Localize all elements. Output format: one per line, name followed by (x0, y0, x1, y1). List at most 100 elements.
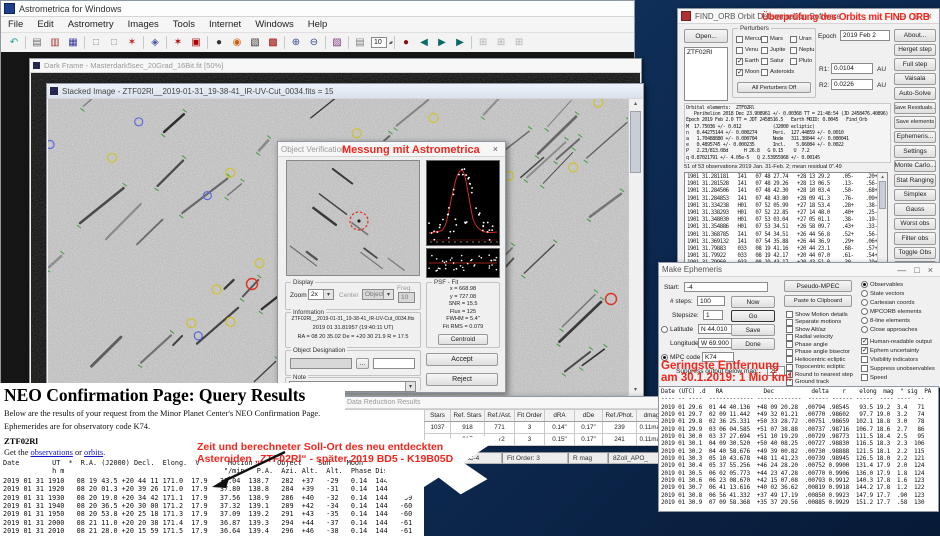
main-titlebar[interactable]: Astrometrica for Windows (1, 1, 634, 17)
blink-compare-icon[interactable]: ▦ (64, 34, 82, 51)
auto-solve-button[interactable]: Auto-Solve (894, 87, 936, 100)
menu-file[interactable]: File (1, 18, 30, 31)
paste-clipboard-button[interactable]: Paste to Clipboard (784, 295, 852, 307)
epoch-field[interactable]: 2019 Feb 2 (840, 30, 890, 41)
zoom-select[interactable]: 2x (308, 289, 334, 300)
state-vectors-radio[interactable] (861, 290, 868, 297)
simplex-button[interactable]: Simplex (894, 189, 936, 202)
r2-field[interactable]: 0.0226 (831, 79, 873, 90)
point-icon[interactable]: ● (210, 34, 228, 51)
menu-help[interactable]: Help (301, 18, 335, 31)
designation-input[interactable] (290, 358, 352, 369)
frame-count-stepper[interactable]: 10 (371, 37, 387, 48)
mark-object-icon[interactable]: ✶ (169, 34, 187, 51)
tile-windows-icon[interactable]: ⊞ (474, 34, 492, 51)
save-residuals-button[interactable]: Save Residuals... (894, 102, 936, 115)
perturber-earth-checkbox[interactable] (736, 58, 743, 65)
orbits-link[interactable]: orbits (84, 448, 103, 457)
radial-velocity-checkbox[interactable] (786, 334, 793, 341)
contrast-icon[interactable]: ▧ (246, 34, 264, 51)
about-button[interactable]: About... (894, 29, 936, 42)
vaisala-button[interactable]: Vaisala (894, 73, 936, 86)
open-button[interactable]: Open... (684, 29, 728, 43)
speed-checkbox[interactable] (861, 374, 868, 381)
cartesian-radio[interactable] (861, 299, 868, 306)
monte-carlo-button[interactable]: Monte Carlo... (894, 160, 936, 173)
reject-button[interactable]: Reject (426, 373, 498, 386)
data-reduction-icon[interactable]: ▣ (187, 34, 205, 51)
perturber-saturn-checkbox[interactable] (761, 58, 768, 65)
me-close-icon[interactable]: × (924, 264, 937, 276)
rotate-icon[interactable]: ◈ (146, 34, 164, 51)
perturber-uranus-checkbox[interactable] (790, 36, 797, 43)
menu-astrometry[interactable]: Astrometry (61, 18, 121, 31)
stacked-titlebar[interactable]: Stacked Image - ZTF02Rl__2019-01-31_19-3… (47, 84, 643, 99)
pseudo-mpec-button[interactable]: Pseudo-MPEC (784, 280, 852, 292)
histogram-icon[interactable]: ▨ (328, 34, 346, 51)
separate-motions-checkbox[interactable] (786, 319, 793, 326)
perturber-jupiter-checkbox[interactable] (761, 47, 768, 54)
stat-ranging-button[interactable]: Stat Ranging (894, 174, 936, 187)
cascade-windows-icon[interactable]: ⊞ (492, 34, 510, 51)
me-minimize-icon[interactable]: — (893, 264, 910, 276)
perturber-asteroids-checkbox[interactable] (761, 69, 768, 76)
toggle-obs-button[interactable]: Toggle Obs (894, 247, 936, 260)
ephem-uncertainty-checkbox[interactable] (861, 347, 868, 354)
eight-line-radio[interactable] (861, 317, 868, 324)
all-perturbers-off-button[interactable]: All Perturbers Off (737, 82, 811, 93)
star-match-icon[interactable]: ✶ (123, 34, 141, 51)
gauss-button[interactable]: Gauss (894, 203, 936, 216)
designation-browse-button[interactable]: ... (356, 358, 369, 369)
observations-link[interactable]: observations (31, 448, 73, 457)
close-all-icon[interactable]: ⊞ (510, 34, 528, 51)
stacked-vscrollbar[interactable]: ▴ ▾ (628, 99, 642, 395)
steps-input[interactable]: 100 (697, 296, 725, 306)
zoom-out-icon[interactable]: ⊖ (305, 34, 323, 51)
menu-windows[interactable]: Windows (248, 18, 301, 31)
background-icon[interactable]: ▩ (264, 34, 282, 51)
r1-field[interactable]: 0.0104 (831, 63, 873, 74)
perturber-moon-checkbox[interactable] (736, 69, 743, 76)
full-step-button[interactable]: Full step (894, 58, 936, 71)
go-button[interactable]: Go (731, 310, 775, 322)
me-titlebar[interactable]: Make Ephemeris — □ × (659, 263, 940, 277)
settings-button[interactable]: Settings (894, 145, 936, 158)
done-button[interactable]: Done (731, 338, 775, 350)
print-icon[interactable]: ▤ (351, 34, 369, 51)
menu-edit[interactable]: Edit (30, 18, 60, 31)
perturber-neptune-checkbox[interactable] (790, 47, 797, 54)
record-icon[interactable]: ● (397, 34, 415, 51)
designation-input2[interactable] (373, 358, 415, 369)
object-listbox[interactable]: ZTF02Rl (684, 47, 728, 101)
settings-file-icon[interactable]: ▥ (46, 34, 64, 51)
accept-button[interactable]: Accept (426, 353, 498, 366)
save-button[interactable]: Save (731, 324, 775, 336)
zoom-in-icon[interactable]: ⊕ (287, 34, 305, 51)
circle-tool-icon[interactable]: ◉ (228, 34, 246, 51)
frame-b-icon[interactable]: □ (105, 34, 123, 51)
show-altaz-checkbox[interactable] (786, 326, 793, 333)
now-button[interactable]: Now (731, 296, 775, 308)
connect-icon[interactable]: ↶ (5, 34, 23, 51)
start-input[interactable]: -4 (684, 282, 768, 292)
centroid-button[interactable]: Centroid (438, 334, 488, 345)
helio-ecliptic-checkbox[interactable] (786, 356, 793, 363)
mpcorb-radio[interactable] (861, 308, 868, 315)
herget-step-button[interactable]: Herget step (894, 44, 936, 57)
visibility-checkbox[interactable] (861, 356, 868, 363)
worst-obs-button[interactable]: Worst obs (894, 218, 936, 231)
copy-icon[interactable]: ▤ (28, 34, 46, 51)
phase-bisector-checkbox[interactable] (786, 349, 793, 356)
perturber-pluto-checkbox[interactable] (790, 58, 797, 65)
close-approaches-radio[interactable] (861, 326, 868, 333)
filter-obs-button[interactable]: Filter obs (894, 232, 936, 245)
frame-a-icon[interactable]: □ (87, 34, 105, 51)
menu-tools[interactable]: Tools (166, 18, 202, 31)
scroll-up-icon[interactable]: ▴ (629, 99, 642, 109)
perturber-mercury-checkbox[interactable] (736, 36, 743, 43)
ephemeris-button[interactable]: Ephemeris... (894, 131, 936, 144)
perturber-venus-checkbox[interactable] (736, 47, 743, 54)
latitude-radio[interactable] (661, 326, 668, 333)
dark-frame-titlebar[interactable]: Dark Frame - Masterdark5sec_20Grad_16Bit… (30, 59, 641, 73)
step-back-icon[interactable]: ◀ (415, 34, 433, 51)
